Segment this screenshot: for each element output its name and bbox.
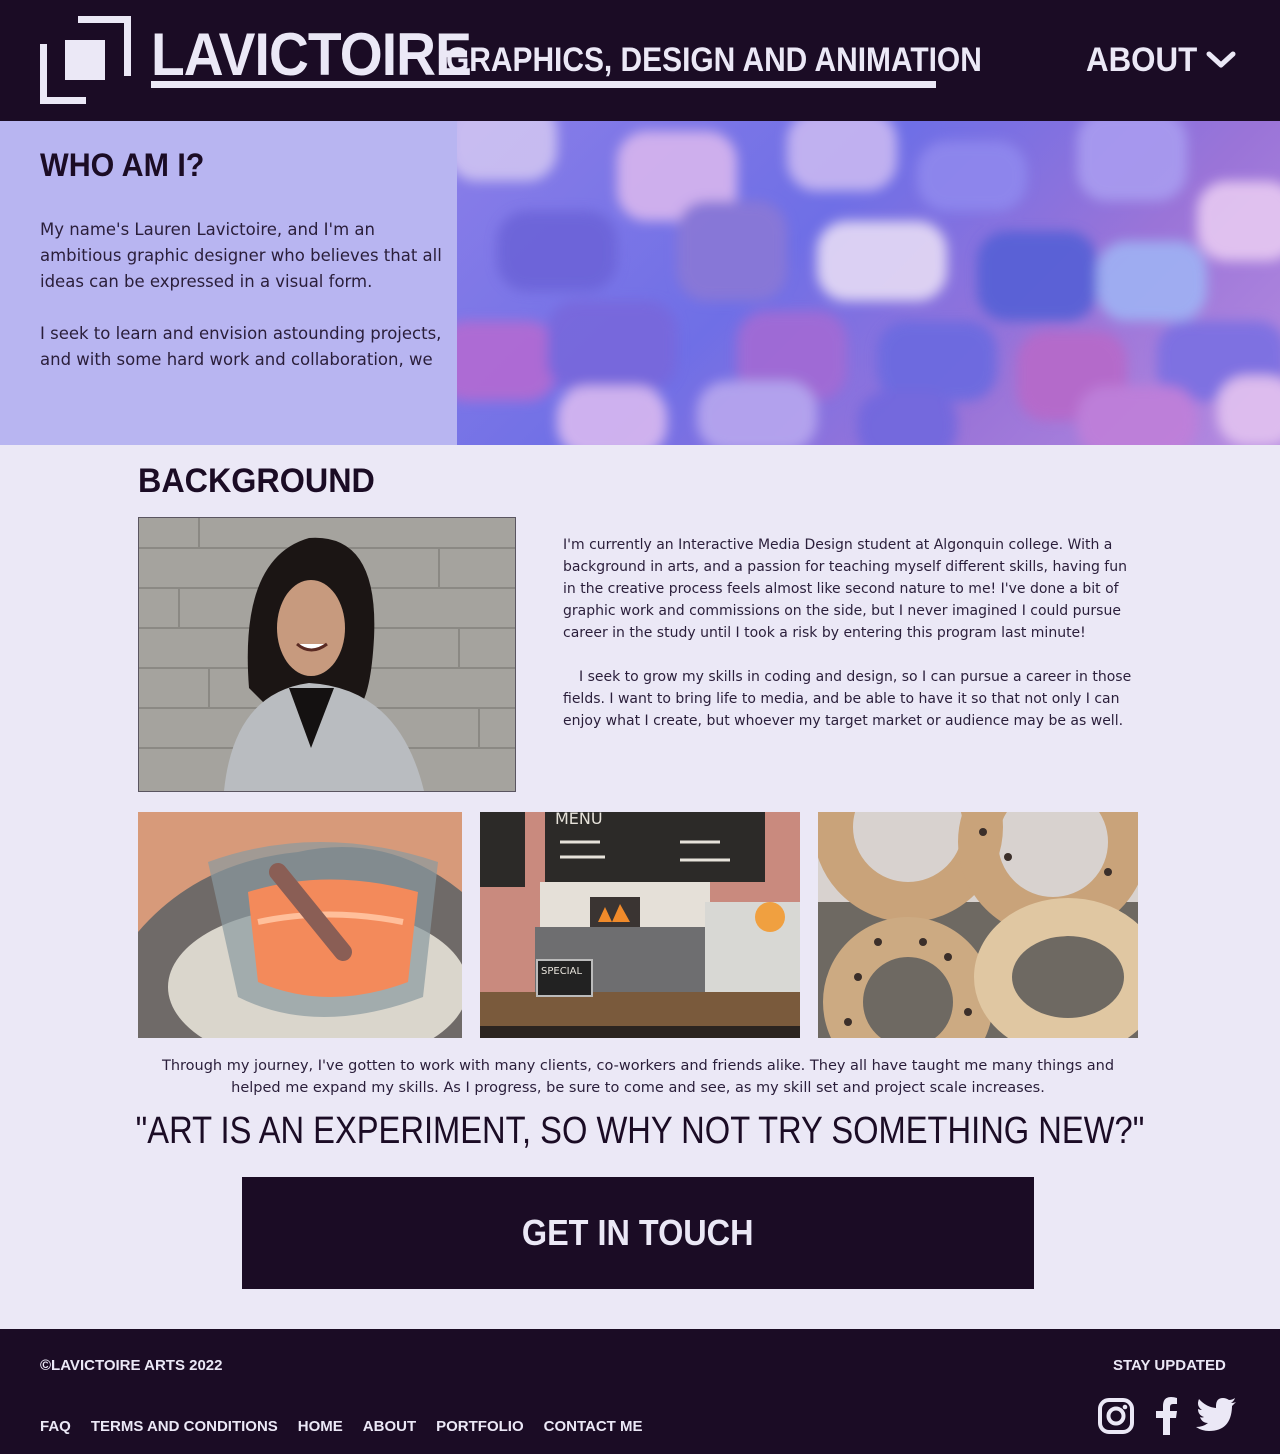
artwork-special-text: SPECIAL xyxy=(541,966,582,977)
nav-about-menu[interactable]: ABOUT xyxy=(1086,40,1207,80)
who-am-i-text: My name's Lauren Lavictoire, and I'm an … xyxy=(40,217,450,399)
twitter-icon[interactable] xyxy=(1196,1397,1236,1433)
hero-bokeh-image xyxy=(457,121,1280,445)
site-tagline: GRAPHICS, DESIGN AND ANIMATION xyxy=(446,41,982,79)
site-header: LAVICTOIRE GRAPHICS, DESIGN AND ANIMATIO… xyxy=(0,0,1280,121)
journey-text: Through my journey, I've gotten to work … xyxy=(161,1058,1115,1096)
bokeh-pattern xyxy=(457,121,1280,445)
instagram-icon[interactable] xyxy=(1097,1397,1135,1435)
logo-icon[interactable] xyxy=(40,16,132,104)
site-footer: ©LAVICTOIRE ARTS 2022 STAY UPDATED FAQ T… xyxy=(0,1329,1280,1454)
copyright-text: ©LAVICTOIRE ARTS 2022 xyxy=(40,1357,223,1374)
hero-paragraph: My name's Lauren Lavictoire, and I'm an … xyxy=(40,220,442,291)
footer-link-faq[interactable]: FAQ xyxy=(40,1418,71,1435)
footer-link-contact[interactable]: CONTACT ME xyxy=(544,1418,643,1435)
get-in-touch-label: GET IN TOUCH xyxy=(522,1212,754,1253)
background-text: I'm currently an Interactive Media Desig… xyxy=(563,534,1138,754)
artwork-menu-text: MENU xyxy=(555,812,603,828)
artwork-bakery-counter: MENU SPECIAL xyxy=(480,812,800,1038)
brand-name[interactable]: LAVICTOIRE xyxy=(151,22,472,88)
background-paragraph: I seek to grow my skills in coding and d… xyxy=(563,669,1132,729)
background-heading: BACKGROUND xyxy=(138,462,375,500)
chevron-down-icon[interactable] xyxy=(1206,50,1236,70)
facebook-icon[interactable] xyxy=(1153,1397,1179,1435)
footer-link-terms[interactable]: TERMS AND CONDITIONS xyxy=(91,1418,278,1435)
header-underline xyxy=(151,81,936,88)
hero-paragraph: I seek to learn and envision astounding … xyxy=(40,324,442,369)
get-in-touch-button[interactable]: GET IN TOUCH xyxy=(242,1177,1034,1289)
footer-nav: FAQ TERMS AND CONDITIONS HOME ABOUT PORT… xyxy=(40,1418,643,1435)
who-am-i-heading: WHO AM I? xyxy=(40,147,205,183)
portrait-photo xyxy=(138,517,516,792)
artwork-tea-cup xyxy=(138,812,462,1038)
background-paragraph: I'm currently an Interactive Media Desig… xyxy=(563,537,1127,641)
artwork-bagels xyxy=(818,812,1138,1038)
nav-about-label: ABOUT xyxy=(1086,41,1198,79)
footer-link-portfolio[interactable]: PORTFOLIO xyxy=(436,1418,524,1435)
quote-text: "ART IS AN EXPERIMENT, SO WHY NOT TRY SO… xyxy=(135,1110,1145,1152)
footer-link-about[interactable]: ABOUT xyxy=(363,1418,416,1435)
stay-updated-label: STAY UPDATED xyxy=(1113,1357,1226,1374)
footer-link-home[interactable]: HOME xyxy=(298,1418,343,1435)
